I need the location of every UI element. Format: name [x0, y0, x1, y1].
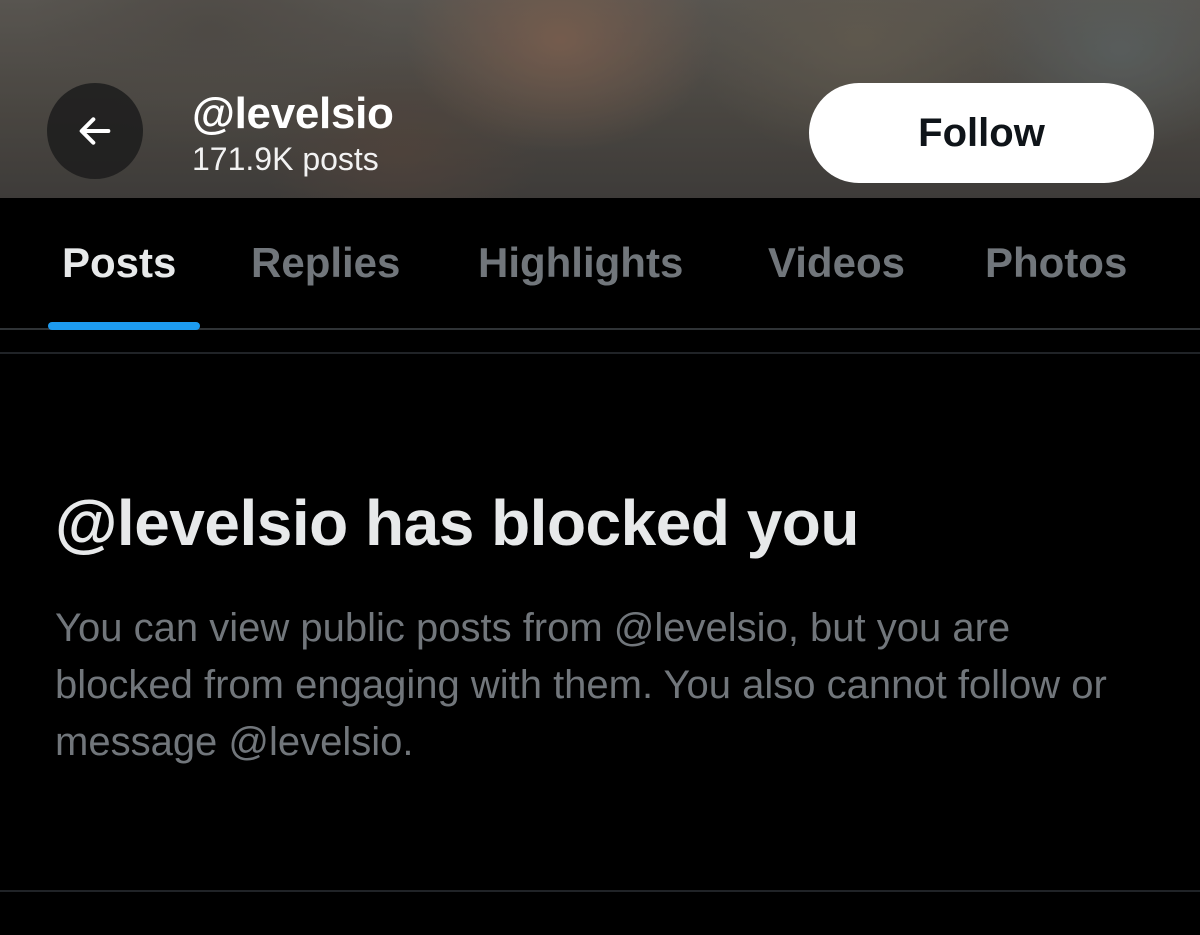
divider: [0, 352, 1200, 354]
profile-tabs: Posts Replies Highlights Videos Photos: [0, 198, 1200, 330]
profile-handle: @levelsio: [192, 89, 394, 138]
tab-highlights[interactable]: Highlights: [478, 238, 683, 288]
tab-videos[interactable]: Videos: [768, 238, 905, 288]
blocked-message: You can view public posts from @levelsio…: [55, 606, 1107, 764]
follow-button[interactable]: Follow: [809, 83, 1154, 183]
tab-photos[interactable]: Photos: [985, 238, 1127, 288]
tab-posts[interactable]: Posts: [62, 238, 176, 288]
back-button[interactable]: [47, 83, 143, 179]
blocked-title: @levelsio has blocked you: [55, 487, 859, 559]
active-tab-indicator: [48, 322, 200, 330]
post-count: 171.9K posts: [192, 141, 379, 177]
tab-replies[interactable]: Replies: [251, 238, 400, 288]
divider: [0, 890, 1200, 892]
arrow-left-icon: [79, 117, 111, 145]
profile-page: @levelsio 171.9K posts Follow Posts Repl…: [0, 0, 1200, 935]
